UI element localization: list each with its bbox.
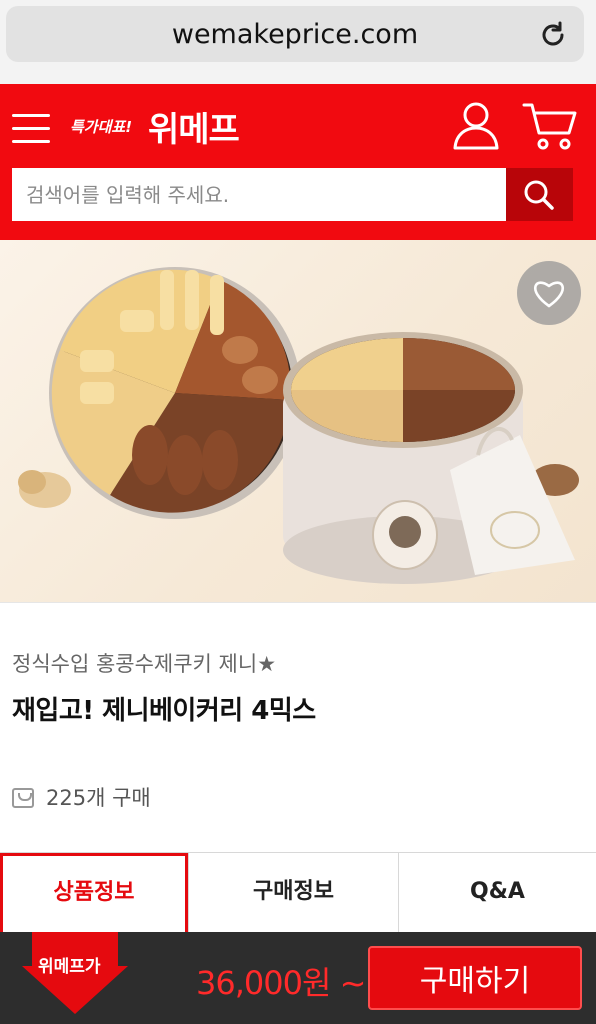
buy-button[interactable]: 구매하기 xyxy=(368,946,582,1010)
logo-tagline[interactable]: 특가대표! xyxy=(70,116,132,137)
tab-product-info[interactable]: 상품정보 xyxy=(0,853,188,933)
shopping-bag-icon xyxy=(12,788,34,808)
product-tabs: 상품정보 구매정보 Q&A xyxy=(0,852,596,933)
cart-icon[interactable] xyxy=(522,100,578,152)
product-subtitle: 정식수입 홍콩수제쿠키 제니★ xyxy=(12,652,277,676)
hamburger-menu-icon[interactable] xyxy=(12,110,52,146)
bottom-purchase-bar: 위메프가 36,000원 ~ 구매하기 xyxy=(0,932,596,1024)
url-text[interactable]: wemakeprice.com xyxy=(6,19,584,50)
purchase-count-text: 225개 구매 xyxy=(46,786,151,810)
search-bar xyxy=(12,168,573,221)
product-price: 36,000원 ~ xyxy=(196,964,366,1002)
search-button[interactable] xyxy=(506,168,573,221)
purchase-count: 225개 구매 xyxy=(12,782,151,812)
search-icon xyxy=(524,180,554,210)
tab-purchase-info[interactable]: 구매정보 xyxy=(188,853,398,933)
product-title: 재입고! 제니베이커리 4믹스 xyxy=(12,696,316,726)
tab-qna[interactable]: Q&A xyxy=(398,853,596,933)
reload-icon[interactable] xyxy=(538,20,568,50)
heart-icon xyxy=(534,281,564,308)
section-divider xyxy=(0,602,596,603)
cookie-tins-image xyxy=(18,267,579,584)
user-icon[interactable] xyxy=(452,100,500,150)
site-logo[interactable]: 위메프 xyxy=(148,102,240,151)
price-badge-label: 위메프가 xyxy=(38,957,101,977)
favorite-button[interactable] xyxy=(517,261,581,325)
search-input[interactable] xyxy=(12,168,506,221)
site-header: 특가대표! 위메프 xyxy=(0,84,596,240)
price-badge-arrow-icon xyxy=(22,932,128,1014)
browser-url-bar: wemakeprice.com xyxy=(0,0,596,84)
product-image[interactable] xyxy=(0,240,596,602)
address-field[interactable]: wemakeprice.com xyxy=(6,6,584,62)
